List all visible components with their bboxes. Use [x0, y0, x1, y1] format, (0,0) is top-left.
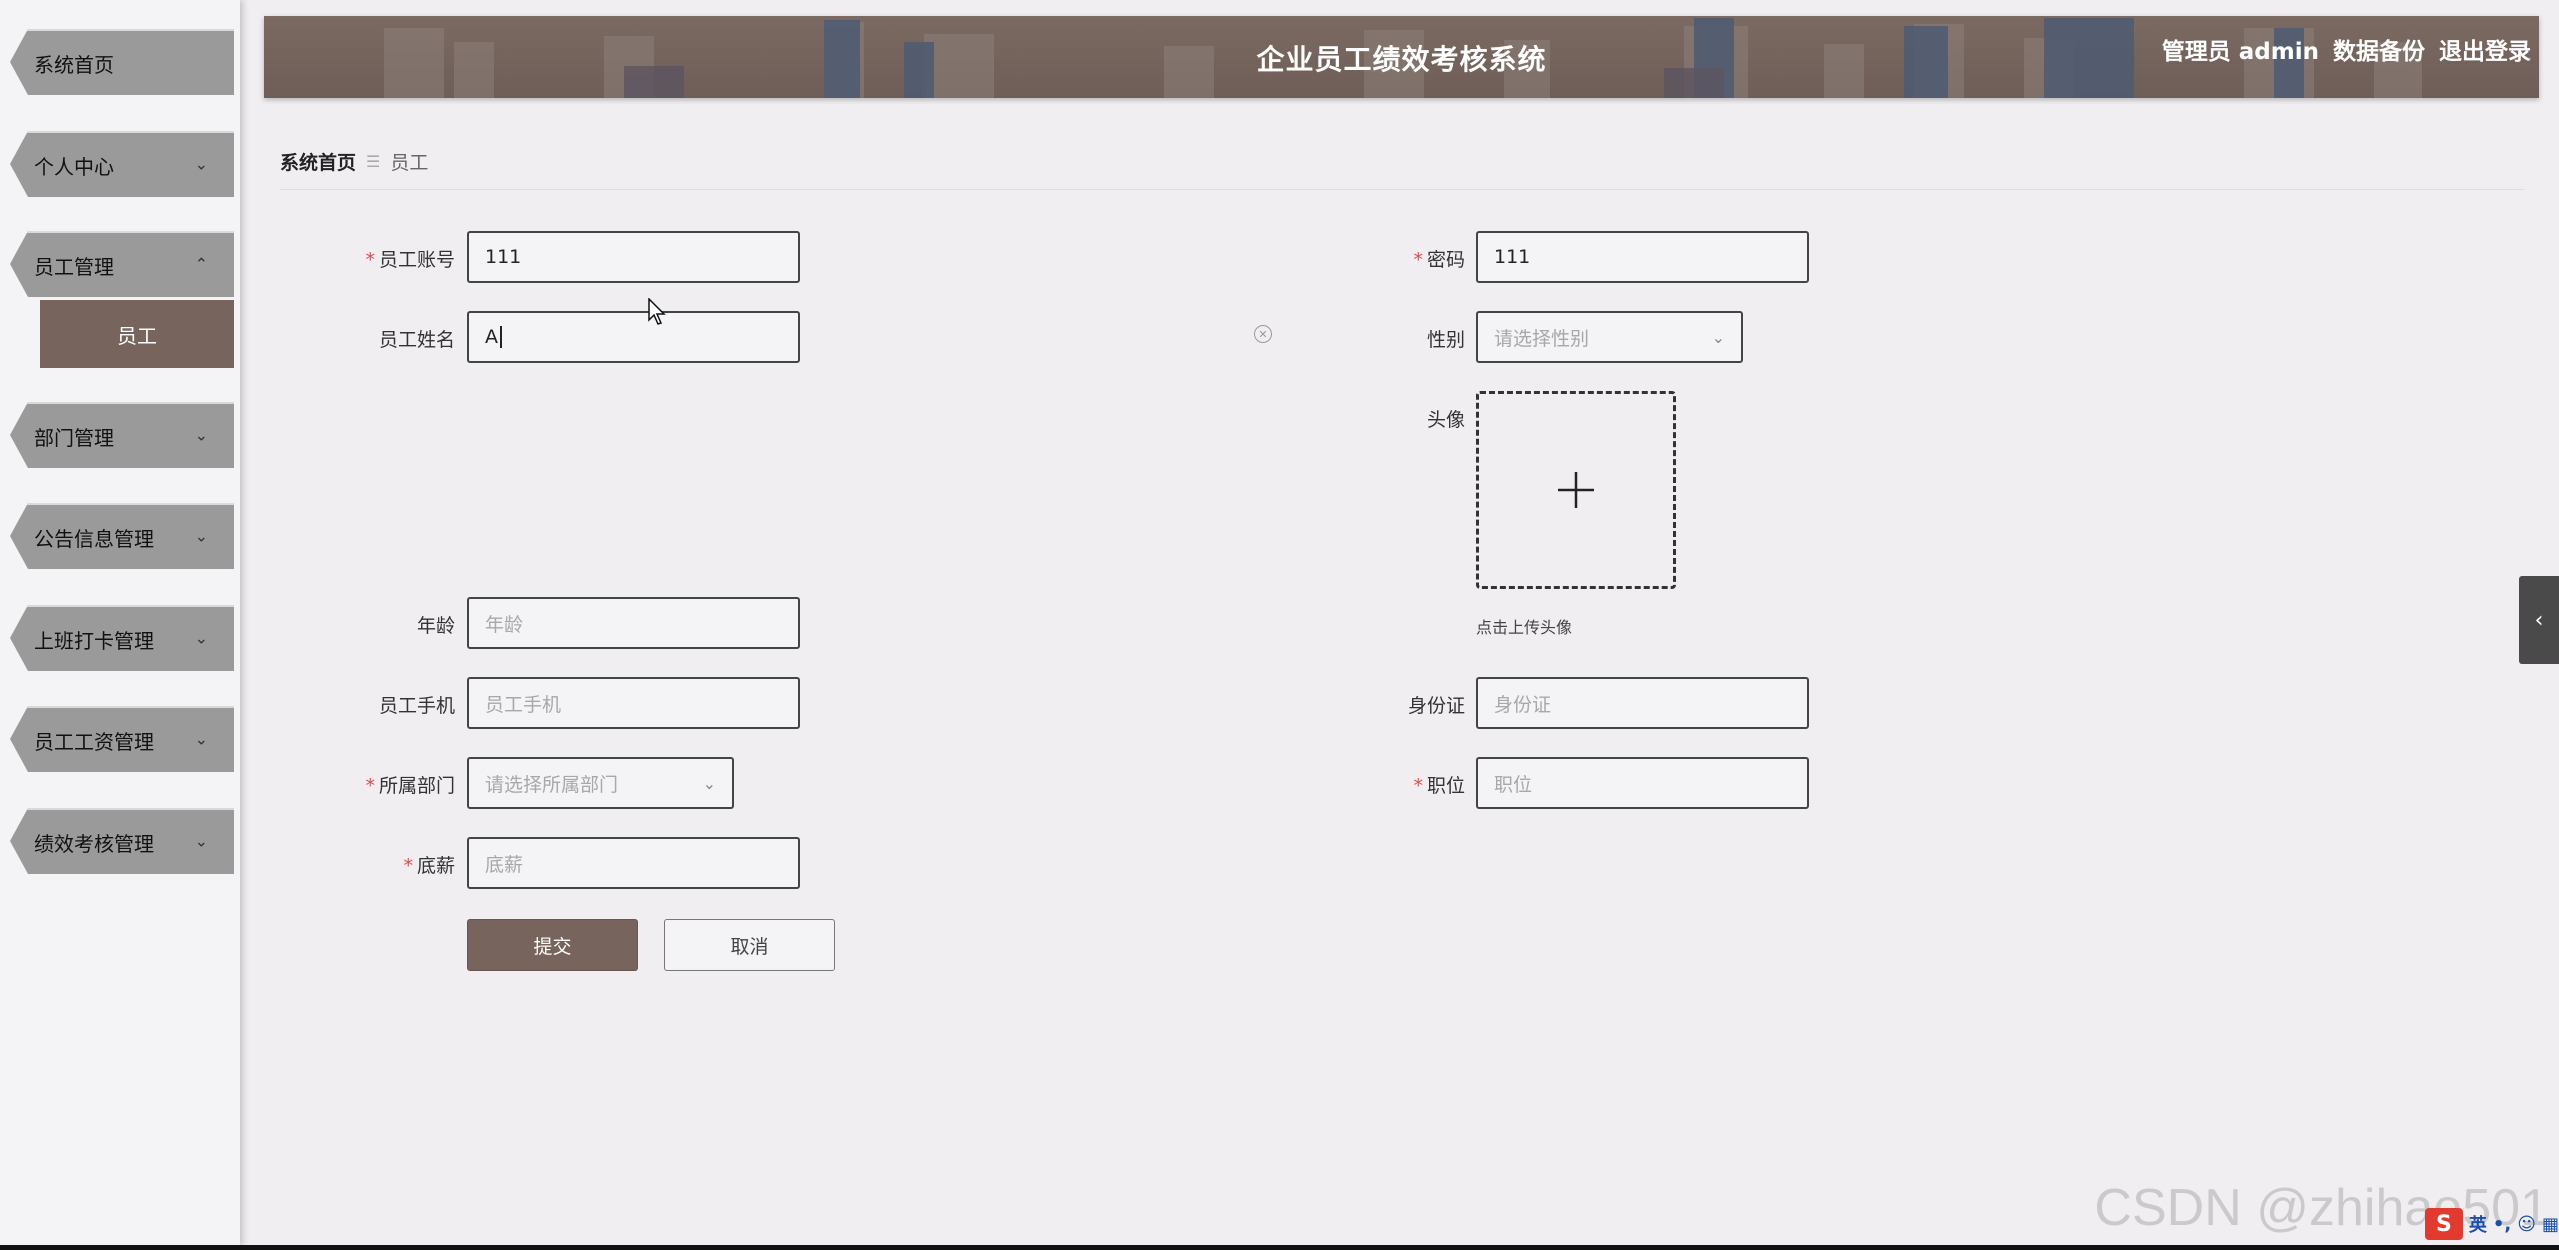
- department-label: * 所属部门: [365, 775, 455, 797]
- chevron-down-icon: ⌄: [194, 154, 208, 174]
- header-actions: 管理员 admin 数据备份 退出登录: [2162, 32, 2531, 66]
- submit-button[interactable]: 提交: [467, 919, 638, 971]
- admin-user-label[interactable]: 管理员 admin: [2162, 32, 2319, 66]
- chevron-down-icon: ⌄: [194, 729, 208, 749]
- sogou-ime-logo-icon[interactable]: S: [2424, 1208, 2463, 1240]
- mouse-cursor-icon: [648, 298, 666, 325]
- ime-language-label[interactable]: 英: [2469, 1211, 2487, 1237]
- chevron-up-icon: ⌃: [194, 254, 208, 274]
- password-input[interactable]: 111: [1476, 231, 1809, 283]
- sidebar-item-label: 个人中心: [34, 154, 114, 179]
- breadcrumb-separator-icon: ☰: [366, 152, 381, 171]
- required-mark: *: [365, 249, 375, 271]
- sidebar-item-label: 公告信息管理: [34, 526, 154, 551]
- sidebar-subitem-employee[interactable]: 员工: [40, 300, 234, 368]
- phone-input[interactable]: 员工手机: [467, 677, 800, 729]
- divider: [280, 189, 2524, 190]
- account-input[interactable]: 111: [467, 231, 800, 283]
- sidebar-item-notice-management[interactable]: 公告信息管理 ⌄: [10, 503, 234, 569]
- ime-punctuation-icon[interactable]: •,: [2493, 1214, 2511, 1235]
- position-input[interactable]: 职位: [1476, 757, 1809, 809]
- breadcrumb: 系统首页 ☰ 员工: [280, 148, 428, 175]
- sidebar: 系统首页 个人中心 ⌄ 员工管理 ⌃ 员工 部门管理 ⌄ 公告信息管理 ⌄ 上班…: [0, 0, 240, 1245]
- sidebar-item-department-management[interactable]: 部门管理 ⌄: [10, 402, 234, 468]
- gender-select[interactable]: 请选择性别 ⌄: [1476, 311, 1743, 363]
- breadcrumb-current: 员工: [390, 152, 429, 174]
- data-backup-link[interactable]: 数据备份: [2333, 32, 2425, 66]
- name-input[interactable]: A: [467, 311, 800, 363]
- chevron-down-icon: ⌄: [194, 526, 208, 546]
- avatar-label: 头像: [1426, 409, 1465, 431]
- sidebar-item-home[interactable]: 系统首页: [10, 29, 234, 95]
- ime-keyboard-icon[interactable]: ▦: [2542, 1214, 2559, 1235]
- collapse-panel-toggle[interactable]: ‹: [2519, 576, 2559, 664]
- department-select[interactable]: 请选择所属部门 ⌄: [467, 757, 734, 809]
- sidebar-item-label: 员工管理: [34, 254, 114, 279]
- avatar-upload-box[interactable]: [1476, 391, 1676, 589]
- sidebar-item-employee-management[interactable]: 员工管理 ⌃: [10, 231, 234, 297]
- breadcrumb-home[interactable]: 系统首页: [280, 148, 356, 175]
- sidebar-item-label: 部门管理: [34, 425, 114, 450]
- salary-input[interactable]: 底薪: [467, 837, 800, 889]
- password-label: * 密码: [1413, 249, 1465, 271]
- upload-tip: 点击上传头像: [1476, 618, 1573, 637]
- sidebar-item-label: 绩效考核管理: [34, 831, 154, 856]
- required-mark: *: [403, 855, 413, 877]
- account-label: * 员工账号: [365, 249, 455, 271]
- name-label: 员工姓名: [378, 329, 455, 351]
- idcard-input[interactable]: 身份证: [1476, 677, 1809, 729]
- cancel-button[interactable]: 取消: [664, 919, 835, 971]
- ime-emoji-icon[interactable]: ☺: [2517, 1214, 2536, 1235]
- chevron-down-icon: ⌄: [702, 773, 716, 793]
- required-mark: *: [365, 775, 375, 797]
- chevron-down-icon: ⌄: [194, 425, 208, 445]
- sidebar-subitem-label: 员工: [117, 323, 157, 348]
- plus-icon: [1558, 472, 1594, 508]
- header-banner: 企业员工绩效考核系统 管理员 admin 数据备份 退出登录: [264, 16, 2539, 98]
- chevron-down-icon: ⌄: [194, 628, 208, 648]
- sidebar-item-salary-management[interactable]: 员工工资管理 ⌄: [10, 706, 234, 772]
- bottom-bar: [0, 1245, 2559, 1250]
- required-mark: *: [1413, 249, 1423, 271]
- age-input[interactable]: 年龄: [467, 597, 800, 649]
- ime-toolbar: S 英 •, ☺ ▦: [2424, 1208, 2559, 1240]
- age-label: 年龄: [416, 615, 455, 637]
- required-mark: *: [1413, 775, 1423, 797]
- gender-label: 性别: [1426, 329, 1465, 351]
- sidebar-item-personal-center[interactable]: 个人中心 ⌄: [10, 131, 234, 197]
- sidebar-item-label: 员工工资管理: [34, 729, 154, 754]
- phone-label: 员工手机: [378, 695, 455, 717]
- salary-label: * 底薪: [403, 855, 455, 877]
- logout-link[interactable]: 退出登录: [2439, 32, 2531, 66]
- text-caret: [500, 326, 502, 348]
- idcard-label: 身份证: [1407, 695, 1465, 717]
- sidebar-item-label: 系统首页: [34, 52, 114, 77]
- sidebar-item-label: 上班打卡管理: [34, 628, 154, 653]
- sidebar-item-attendance-management[interactable]: 上班打卡管理 ⌄: [10, 605, 234, 671]
- position-label: * 职位: [1413, 775, 1465, 797]
- sidebar-item-performance-management[interactable]: 绩效考核管理 ⌄: [10, 808, 234, 874]
- chevron-down-icon: ⌄: [1711, 327, 1725, 347]
- chevron-left-icon: ‹: [2534, 607, 2544, 633]
- chevron-down-icon: ⌄: [194, 831, 208, 851]
